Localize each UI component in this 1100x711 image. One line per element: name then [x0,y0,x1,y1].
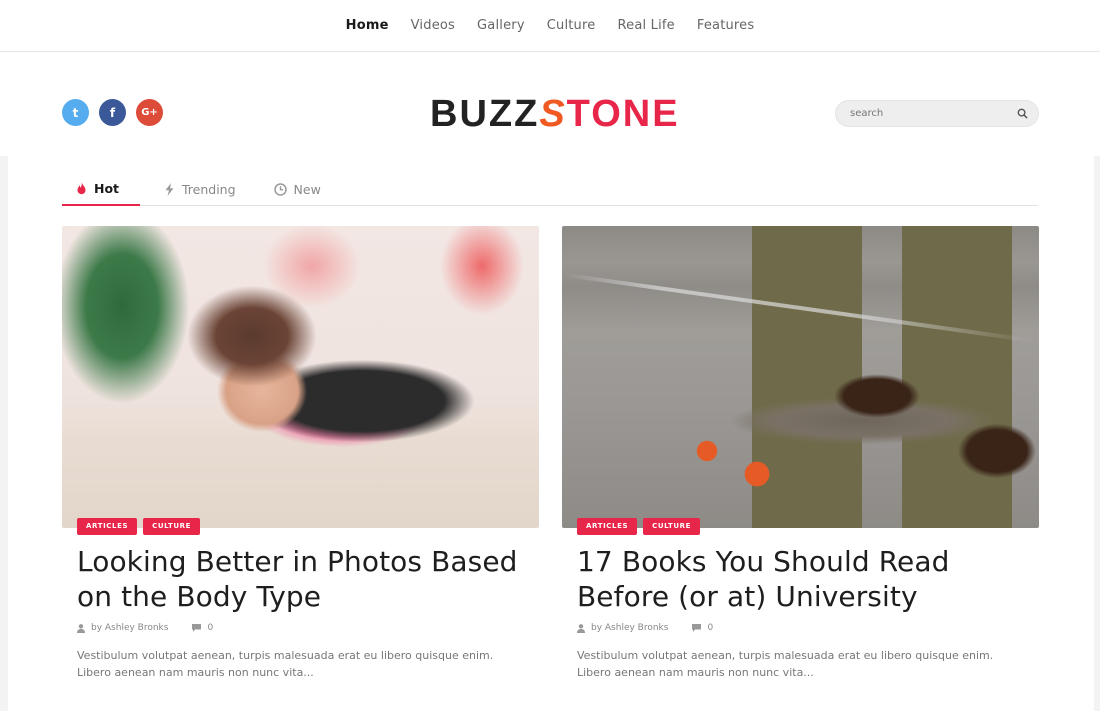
logo-part-s: S [539,93,567,135]
tab-new-label: New [293,181,321,197]
twitter-icon[interactable]: t [62,99,89,126]
post-tags: ARTICLES CULTURE [577,518,701,535]
user-icon [577,623,585,633]
search-box [835,100,1039,127]
post-author[interactable]: by Ashley Bronks [91,623,168,633]
flame-icon [77,181,86,194]
site-header: t f G+ BUZZSTONE [0,52,1100,156]
tag-badge[interactable]: CULTURE [643,518,701,535]
comment-icon [692,624,702,632]
tab-new[interactable]: New [260,172,335,206]
search-input[interactable] [850,108,1017,119]
comment-icon [192,624,202,632]
search-icon[interactable] [1017,108,1028,119]
nav-gallery[interactable]: Gallery [466,18,536,33]
tag-badge[interactable]: ARTICLES [577,518,638,535]
nav-home[interactable]: Home [335,18,400,33]
nav-features[interactable]: Features [686,18,766,33]
social-links: t f G+ [62,99,163,126]
logo-part-tone: TONE [566,93,680,135]
post-title[interactable]: Looking Better in Photos Based on the Bo… [77,544,524,614]
site-logo[interactable]: BUZZSTONE [430,94,680,134]
clock-icon [273,182,287,196]
main-content: Hot Trending New ARTICLES CULTURE Lookin… [8,156,1094,711]
tab-hot[interactable]: Hot [62,172,140,206]
top-navigation: Home Videos Gallery Culture Real Life Fe… [0,0,1100,52]
bolt-icon [165,182,174,196]
feed-tabs: Hot Trending New [62,172,1038,206]
tab-trending-label: Trending [182,181,236,197]
comment-count[interactable]: 0 [207,623,213,633]
logo-part-buzz: BUZZ [430,93,540,135]
post-excerpt: Vestibulum volutpat aenean, turpis males… [577,649,994,679]
post-image[interactable] [62,226,539,528]
post-meta: by Ashley Bronks 0 [77,623,524,633]
nav-culture[interactable]: Culture [536,18,607,33]
comment-count[interactable]: 0 [707,623,713,633]
post-author[interactable]: by Ashley Bronks [591,623,668,633]
post-meta: by Ashley Bronks 0 [577,623,1024,633]
post-card: ARTICLES CULTURE Looking Better in Photo… [62,226,539,681]
post-image[interactable] [562,226,1039,528]
post-card: ARTICLES CULTURE 17 Books You Should Rea… [562,226,1039,681]
post-excerpt: Vestibulum volutpat aenean, turpis males… [77,649,494,679]
post-title[interactable]: 17 Books You Should Read Before (or at) … [577,544,1024,614]
nav-videos[interactable]: Videos [400,18,466,33]
tag-badge[interactable]: CULTURE [143,518,201,535]
post-tags: ARTICLES CULTURE [77,518,201,535]
tag-badge[interactable]: ARTICLES [77,518,138,535]
facebook-icon[interactable]: f [99,99,126,126]
user-icon [77,623,85,633]
tab-hot-label: Hot [94,180,120,196]
nav-real-life[interactable]: Real Life [606,18,685,33]
tab-trending[interactable]: Trending [150,172,250,206]
google-plus-icon[interactable]: G+ [136,99,163,126]
